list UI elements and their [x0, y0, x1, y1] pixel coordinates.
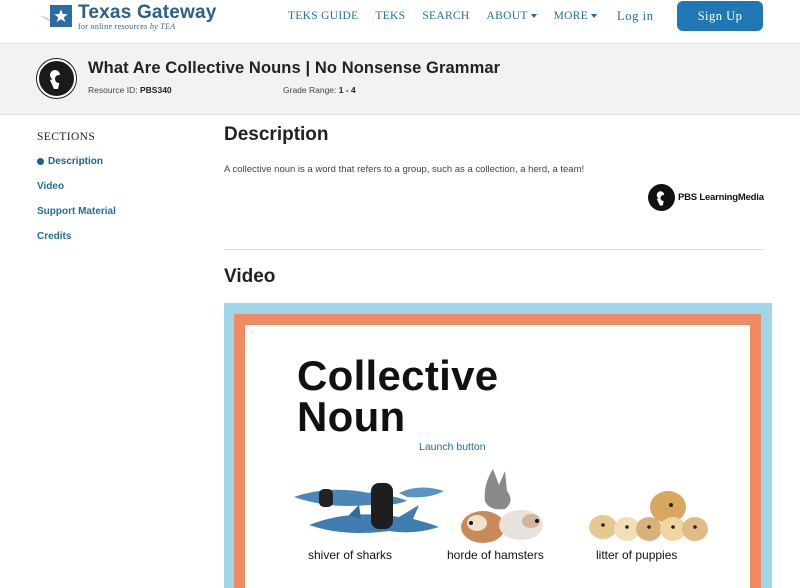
pbs-learningmedia-logo[interactable]: PBS LearningMedia	[648, 184, 764, 211]
logo-title: Texas Gateway	[78, 2, 217, 23]
grade-range: Grade Range: 1 - 4	[283, 85, 356, 95]
caption-hamsters: horde of hamsters	[447, 548, 544, 562]
video-orange-frame: Collective Noun Launch button shiver of …	[234, 314, 761, 588]
section-divider	[224, 249, 764, 250]
hamsters-illustration	[461, 469, 543, 543]
sharks-illustration	[294, 483, 444, 533]
nav-search[interactable]: SEARCH	[422, 10, 469, 22]
description-text: A collective noun is a word that refers …	[224, 164, 585, 175]
resource-id: Resource ID: PBS340	[88, 85, 172, 95]
pbs-learningmedia-label: PBS LearningMedia	[678, 192, 764, 203]
puppies-illustration	[589, 491, 708, 541]
resource-header: What Are Collective Nouns | No Nonsense …	[0, 44, 800, 115]
video-heading: Video	[224, 266, 276, 287]
nav-about[interactable]: ABOUT	[487, 10, 537, 22]
active-dot-icon	[37, 158, 44, 165]
chevron-down-icon	[530, 14, 537, 18]
slide-title: Collective Noun	[297, 352, 499, 440]
nav-about-label: ABOUT	[486, 10, 528, 22]
video-player[interactable]: Collective Noun Launch button shiver of …	[224, 303, 772, 588]
caption-puppies: litter of puppies	[596, 548, 678, 562]
login-link[interactable]: Log in	[617, 9, 654, 24]
nav-more-label: MORE	[553, 10, 589, 22]
pbs-head-icon	[648, 184, 675, 211]
sections-heading: SECTIONS	[37, 131, 96, 143]
pbs-logo-icon	[37, 59, 76, 98]
description-heading: Description	[224, 124, 329, 145]
star-icon	[50, 5, 72, 27]
nav-teks-guide[interactable]: TEKS GUIDE	[288, 10, 358, 22]
sidebar-item-support-material[interactable]: Support Material	[37, 205, 187, 218]
chevron-down-icon	[591, 14, 598, 18]
video-slide: Collective Noun Launch button shiver of …	[245, 325, 750, 588]
main-content: Description A collective noun is a word …	[224, 124, 764, 287]
top-navbar: Texas Gateway for online resources by TE…	[0, 0, 800, 44]
sidebar-item-credits[interactable]: Credits	[37, 230, 187, 243]
sections-sidebar: SECTIONS Description Video Support Mater…	[37, 131, 187, 243]
signup-button[interactable]: Sign Up	[677, 1, 763, 31]
sidebar-item-video[interactable]: Video	[37, 180, 187, 193]
sidebar-item-description[interactable]: Description	[37, 155, 187, 168]
texas-gateway-logo[interactable]: Texas Gateway for online resources by TE…	[38, 3, 217, 33]
nav-more[interactable]: MORE	[553, 10, 598, 22]
nav-teks[interactable]: TEKS	[375, 10, 405, 22]
caption-sharks: shiver of sharks	[308, 548, 393, 562]
launch-button[interactable]: Launch button	[419, 441, 486, 453]
logo-subtitle: for online resources by TEA	[78, 22, 176, 31]
main-nav: TEKS GUIDE TEKS SEARCH ABOUT MORE	[288, 10, 614, 22]
resource-title: What Are Collective Nouns | No Nonsense …	[88, 59, 501, 77]
